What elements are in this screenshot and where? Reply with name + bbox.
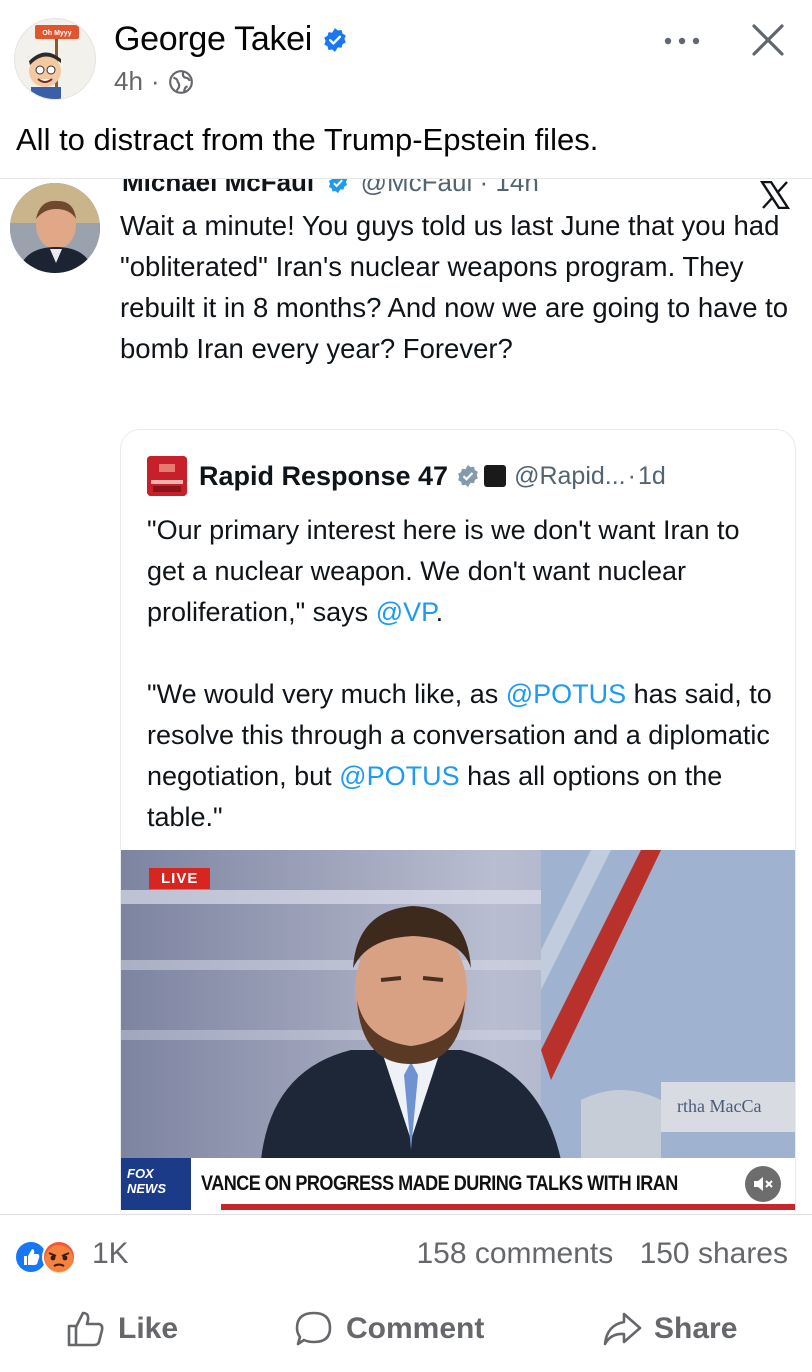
- verified-badge-icon: [324, 27, 346, 52]
- angry-reaction-icon: [42, 1240, 76, 1274]
- post-time[interactable]: 4h: [114, 66, 143, 97]
- post-image[interactable]: Michael McFaul @McFaul · 14h Wait a minu…: [0, 178, 812, 1212]
- tweet-header: Michael McFaul @McFaul · 14h: [122, 178, 539, 198]
- quoted-tweet: Rapid Response 47 @Rapid... · 1d "Our pr…: [120, 429, 796, 1212]
- tweet-author-avatar: [10, 183, 100, 273]
- fox-news-logo: FOX NEWS: [121, 1158, 191, 1210]
- post-actions: Like Comment Share: [0, 1294, 812, 1372]
- more-options-icon[interactable]: [660, 26, 704, 56]
- tweet-separator: ·: [479, 178, 489, 197]
- comments-count[interactable]: 158 comments: [416, 1237, 613, 1270]
- comment-label: Comment: [346, 1312, 485, 1345]
- news-chyron: FOX NEWS VANCE ON PROGRESS MADE DURING T…: [121, 1158, 795, 1210]
- tweet-verified-icon: [329, 179, 348, 194]
- quoted-tweet-handle: @Rapid...: [514, 461, 626, 490]
- shares-count[interactable]: 150 shares: [640, 1237, 788, 1270]
- reaction-icons[interactable]: [14, 1239, 84, 1275]
- share-arrow-icon: [603, 1312, 642, 1346]
- share-label: Share: [654, 1312, 738, 1345]
- author-row: George Takei: [114, 20, 348, 59]
- live-badge: LIVE: [149, 868, 211, 889]
- globe-icon: [168, 69, 193, 94]
- like-button[interactable]: Like: [66, 1310, 178, 1348]
- text-span: "Our primary interest here is we don't w…: [147, 515, 740, 627]
- mention-vp: @VP: [375, 597, 436, 627]
- video-frame: [121, 850, 795, 1210]
- post-caption: All to distract from the Trump-Epstein f…: [16, 122, 599, 157]
- quoted-tweet-paragraph-2: "We would very much like, as @POTUS has …: [147, 674, 777, 838]
- text-span: "We would very much like, as: [147, 679, 506, 709]
- quoted-tweet-author: Rapid Response 47: [199, 460, 449, 491]
- close-icon[interactable]: [746, 18, 790, 62]
- author-avatar[interactable]: Oh Myyy: [14, 18, 96, 100]
- post-meta: 4h ·: [114, 66, 194, 97]
- engagement-stats: 158 comments 150 shares: [416, 1237, 788, 1271]
- comment-button[interactable]: Comment: [294, 1310, 484, 1348]
- avatar-sign-text: Oh Myyy: [42, 30, 71, 37]
- video-player[interactable]: LIVE rtha MacCa FOX NEWS VANCE ON PROGRE…: [121, 850, 795, 1210]
- tweet-author: Michael McFaul: [122, 178, 315, 197]
- muted-speaker-icon[interactable]: [745, 1166, 781, 1202]
- author-name[interactable]: George Takei: [114, 20, 312, 59]
- meta-separator: ·: [150, 66, 160, 96]
- quoted-tweet-separator: ·: [627, 461, 636, 490]
- like-label: Like: [118, 1312, 179, 1345]
- mention-potus: @POTUS: [505, 679, 627, 709]
- quoted-tweet-text: "Our primary interest here is we don't w…: [147, 510, 777, 879]
- quoted-tweet-paragraph-1: "Our primary interest here is we don't w…: [147, 510, 777, 633]
- share-button[interactable]: Share: [602, 1310, 737, 1348]
- chyron-text: VANCE ON PROGRESS MADE DURING TALKS WITH…: [201, 1172, 678, 1195]
- chyron-stripe: [221, 1204, 795, 1210]
- rapid-response-logo: [147, 456, 187, 496]
- thumbs-up-icon: [67, 1311, 104, 1347]
- government-badge-icon: [484, 465, 507, 487]
- text-span: .: [435, 597, 444, 627]
- reactions-count[interactable]: 1K: [92, 1237, 129, 1271]
- quoted-tweet-header: Rapid Response 47 @Rapid... · 1d: [147, 456, 666, 496]
- post-header: Oh Myyy George Takei 4h ·: [0, 0, 812, 110]
- tweet-text: Wait a minute! You guys told us last Jun…: [120, 210, 789, 364]
- tweet-time: 14h: [495, 178, 539, 197]
- name-plate: rtha MacCa: [661, 1082, 795, 1132]
- quoted-verified-icon: [458, 465, 478, 487]
- mention-potus: @POTUS: [339, 761, 460, 791]
- quoted-tweet-time: 1d: [637, 461, 666, 490]
- reactions-row: 1K 158 comments 150 shares: [0, 1214, 812, 1294]
- tweet-handle: @McFaul: [360, 178, 473, 197]
- comment-bubble-icon: [295, 1311, 332, 1346]
